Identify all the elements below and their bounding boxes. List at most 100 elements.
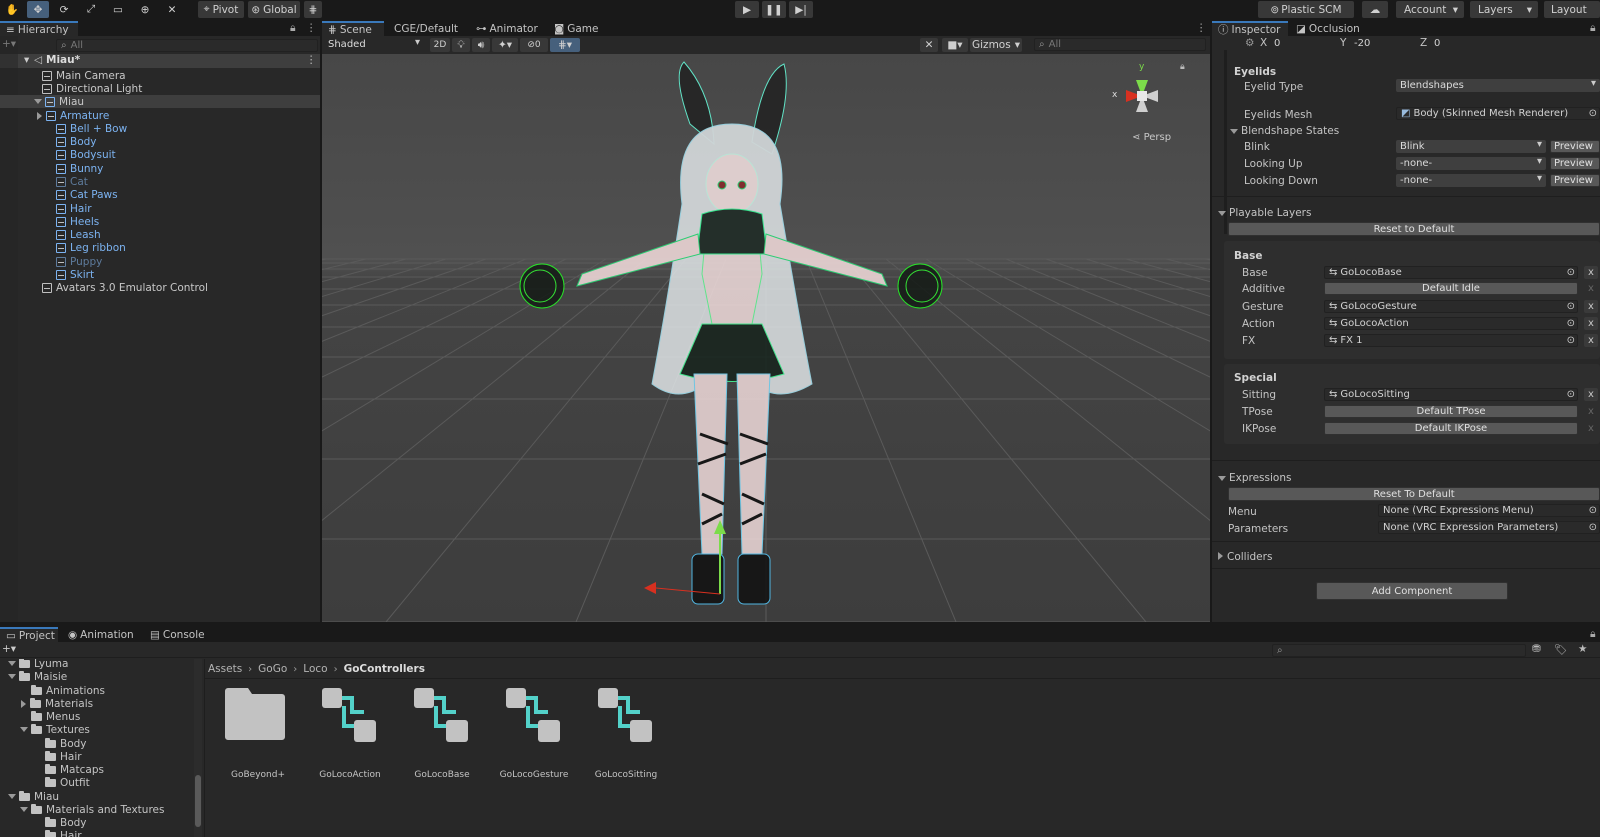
lock-icon[interactable]: 🔒︎ (290, 22, 296, 35)
global-toggle[interactable]: ⊛ Global (248, 1, 300, 18)
tab-project[interactable]: ▭ Project (0, 627, 58, 642)
add-icon[interactable]: +▾ (2, 643, 16, 655)
foldout-closed-icon[interactable] (37, 111, 42, 120)
custom-tool-button[interactable]: ✕ (162, 1, 182, 18)
tab-cge-default[interactable]: CGE/Default (388, 21, 470, 36)
rect-tool-button[interactable]: ▭ (108, 1, 128, 18)
asset-tile[interactable] (310, 684, 390, 754)
folder-tree-item[interactable]: Menus (20, 710, 80, 723)
grid-toggle[interactable]: ⋕▾ (550, 38, 580, 52)
scene-search-input[interactable]: ⌕ All (1034, 38, 1206, 51)
expressions-foldout[interactable]: Expressions (1218, 472, 1291, 484)
hierarchy-item[interactable]: Body (56, 135, 97, 148)
hierarchy-item[interactable]: Main Camera (42, 69, 126, 82)
tree-scrollbar[interactable] (194, 659, 202, 837)
scene-viewport[interactable]: y x 🔒︎ ⋖ Persp (322, 54, 1210, 622)
lock-icon[interactable]: 🔒︎ (1590, 22, 1596, 35)
lock-icon[interactable]: 🔒︎ (1590, 628, 1596, 641)
animator-controller-field[interactable]: ⇆ GoLocoAction ⊙ (1324, 317, 1578, 330)
tab-console[interactable]: ▤ Console (144, 627, 210, 642)
blendshape-state-dropdown[interactable]: Blink (1396, 139, 1546, 153)
playable-layers-foldout[interactable]: Playable Layers (1218, 207, 1311, 219)
folder-tree-item[interactable]: Animations (20, 684, 105, 697)
blendshape-state-dropdown[interactable]: -none- (1396, 156, 1546, 170)
folder-tree-item[interactable]: Miau (8, 790, 59, 803)
hierarchy-item[interactable]: Cat (56, 175, 88, 188)
folder-tree-item[interactable]: Outfit (34, 776, 90, 789)
hierarchy-item[interactable]: Heels (56, 215, 99, 228)
hierarchy-item[interactable]: Bell + Bow (56, 122, 127, 135)
folder-tree-item[interactable]: Matcaps (34, 763, 104, 776)
foldout-open-icon[interactable] (34, 99, 42, 104)
animator-controller-field[interactable]: ⇆ GoLocoGesture ⊙ (1324, 300, 1578, 313)
object-picker-icon[interactable]: ⊙ (1567, 389, 1575, 400)
lock-icon[interactable]: 🔒︎ (1180, 62, 1185, 72)
breadcrumb-item[interactable]: GoControllers (344, 663, 425, 675)
2d-toggle[interactable]: 2D (430, 38, 450, 52)
camera-dropdown[interactable]: ■▾ (942, 38, 968, 52)
object-picker-icon[interactable]: ⊙ (1567, 267, 1575, 278)
hierarchy-item[interactable]: Cat Paws (56, 188, 118, 201)
eyelid-type-dropdown[interactable]: Blendshapes (1396, 78, 1600, 92)
pos-x-field[interactable]: 0 (1270, 37, 1332, 50)
scrollbar-thumb[interactable] (195, 775, 201, 827)
foldout-open-icon[interactable] (8, 794, 16, 799)
gizmos-dropdown[interactable]: Gizmos ▾ (970, 38, 1022, 52)
foldout-open-icon[interactable] (8, 661, 16, 666)
effects-dropdown[interactable]: ✦▾ (492, 38, 518, 52)
default-layer-button[interactable]: Default IKPose (1324, 422, 1578, 435)
transform-tool-button[interactable]: ⊕ (135, 1, 155, 18)
foldout-open-icon[interactable] (20, 807, 28, 812)
eyelids-mesh-field[interactable]: ◩ Body (Skinned Mesh Renderer) ⊙ (1396, 107, 1600, 120)
tab-hierarchy[interactable]: ≡ Hierarchy (0, 21, 78, 36)
scene-header-row[interactable]: ▾ ◁ Miau* ⋮ (0, 54, 320, 68)
animator-controller-field[interactable]: ⇆ GoLocoBase ⊙ (1324, 266, 1578, 279)
hierarchy-item[interactable]: Bunny (56, 162, 103, 175)
hierarchy-item[interactable]: Hair (56, 202, 92, 215)
reset-expressions-button[interactable]: Reset To Default (1228, 487, 1600, 501)
pos-y-field[interactable]: -20 (1350, 37, 1412, 50)
hierarchy-item[interactable]: Avatars 3.0 Emulator Control (42, 281, 208, 294)
breadcrumb-item[interactable]: Loco (303, 663, 327, 675)
play-button[interactable]: ▶ (735, 1, 759, 18)
folder-tree-item[interactable]: Maisie (8, 670, 67, 683)
grid-snap-button[interactable]: ⋕ (304, 1, 322, 18)
orientation-gizmo[interactable]: y x 🔒︎ (1112, 60, 1192, 130)
more-icon[interactable]: ⋮ (1196, 22, 1207, 34)
foldout-closed-icon[interactable] (21, 699, 26, 708)
object-picker-icon[interactable]: ⊙ (1589, 522, 1597, 533)
hierarchy-item[interactable]: Puppy (56, 255, 102, 268)
folder-tree-item[interactable]: Body (34, 737, 87, 750)
tab-inspector[interactable]: ⓘ Inspector (1212, 21, 1288, 36)
tab-game[interactable]: ◙ Game (548, 21, 608, 36)
preview-button[interactable]: Preview (1550, 157, 1600, 170)
filter-by-label-icon[interactable]: 🏷︎ (1554, 643, 1567, 656)
tab-occlusion[interactable]: ◪ Occlusion (1290, 21, 1370, 36)
more-icon[interactable]: ⋮ (306, 22, 317, 34)
asset-tile[interactable] (494, 684, 574, 754)
account-dropdown[interactable]: Account ▾ (1396, 1, 1464, 18)
folder-tree-item[interactable]: Textures (20, 723, 90, 736)
foldout-open-icon[interactable] (20, 727, 28, 732)
animator-controller-field[interactable]: ⇆ GoLocoSitting ⊙ (1324, 388, 1578, 401)
hidden-objects-toggle[interactable]: ⊘ 0 (520, 38, 548, 52)
layout-dropdown[interactable]: Layout (1544, 1, 1600, 18)
shading-dropdown[interactable]: Shaded (324, 37, 424, 51)
object-picker-icon[interactable]: ⊙ (1589, 505, 1597, 516)
plastic-scm-button[interactable]: ⊚ Plastic SCM (1258, 1, 1354, 18)
default-layer-button[interactable]: Default TPose (1324, 405, 1578, 418)
object-picker-icon[interactable]: ⊙ (1567, 301, 1575, 312)
remove-layer-button[interactable]: x (1584, 317, 1598, 330)
remove-layer-button[interactable]: x (1584, 266, 1598, 279)
blendshape-states-foldout[interactable]: Blendshape States (1230, 125, 1339, 137)
blendshape-state-dropdown[interactable]: -none- (1396, 173, 1546, 187)
hierarchy-item[interactable]: Directional Light (42, 82, 142, 95)
projection-label[interactable]: ⋖ Persp (1132, 132, 1171, 143)
expressions-menu-field[interactable]: None (VRC Expressions Menu) ⊙ (1378, 504, 1600, 517)
audio-toggle[interactable]: 🔊︎ (472, 38, 490, 52)
object-picker-icon[interactable]: ⊙ (1567, 318, 1575, 329)
lighting-toggle[interactable]: 💡︎ (452, 38, 470, 52)
hierarchy-search-input[interactable]: ⌕ All (56, 39, 318, 52)
remove-layer-button[interactable]: x (1584, 300, 1598, 313)
cloud-button[interactable]: ☁ (1362, 1, 1388, 18)
